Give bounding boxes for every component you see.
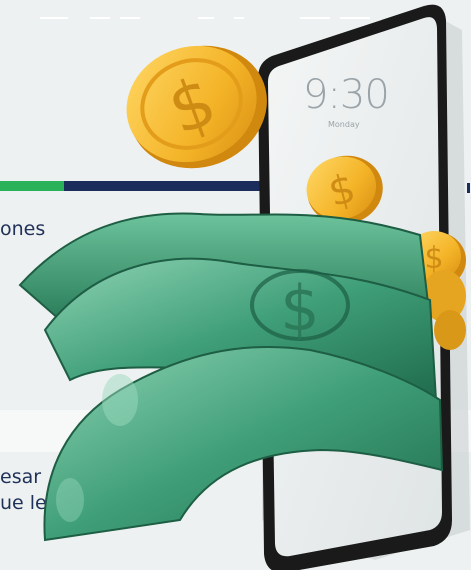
svg-text:$: $: [280, 272, 319, 345]
coin-large: $: [126, 45, 267, 169]
phone-day: Monday: [328, 120, 360, 129]
phone-clock: 9:30: [303, 72, 390, 118]
money-phone-illustration: $ $ $ $: [18, 4, 470, 570]
